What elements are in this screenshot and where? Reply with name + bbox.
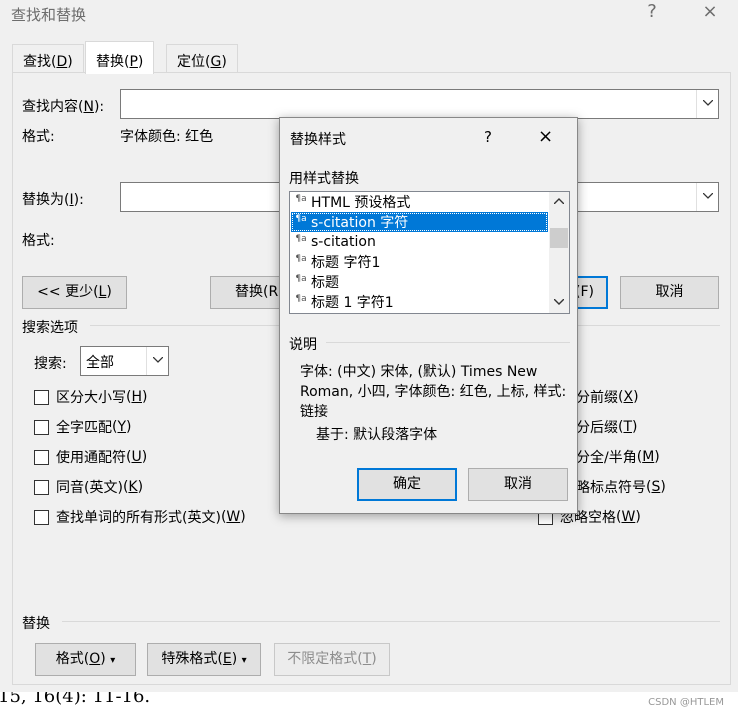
wildcards-checkbox[interactable]: 使用通配符(U) xyxy=(34,447,147,467)
paragraph-style-icon: ¶a xyxy=(295,233,307,244)
based-on-text: 基于: 默认段落字体 xyxy=(316,427,438,443)
style-listbox[interactable]: ¶a HTML 预设格式 ¶a s-citation 字符 ¶a s-citat… xyxy=(289,191,570,314)
replace-with-label: 替换为(I): xyxy=(22,192,84,208)
checkbox-box[interactable] xyxy=(34,449,49,465)
watermark: CSDN @HTLEM xyxy=(648,697,724,708)
special-format-button[interactable]: 特殊格式(E) ▾ xyxy=(147,643,261,676)
less-button[interactable]: << 更少(L) xyxy=(22,276,127,309)
dropdown-arrow-icon[interactable] xyxy=(696,90,718,118)
checkbox-box[interactable] xyxy=(34,419,49,435)
paragraph-style-icon: ¶a xyxy=(295,273,307,284)
paragraph-style-icon: ¶a xyxy=(295,193,307,204)
checkbox-box[interactable] xyxy=(34,509,49,525)
dropdown-triangle-icon: ▾ xyxy=(110,655,116,666)
group-divider xyxy=(62,621,720,622)
list-item[interactable]: ¶a 标题 字符1 xyxy=(291,252,548,272)
list-item[interactable]: ¶a s-citation xyxy=(291,232,548,252)
character-style-icon: ¶a xyxy=(295,253,307,264)
background-document: 15, 16(4): 11-16. xyxy=(0,692,738,716)
dropdown-triangle-icon: ▾ xyxy=(241,655,247,666)
list-item[interactable]: ¶a 标题 xyxy=(291,272,548,292)
scroll-down-icon[interactable] xyxy=(554,299,564,305)
tab-goto[interactable]: 定位(G) xyxy=(166,44,238,73)
dropdown-arrow-icon[interactable] xyxy=(146,347,168,375)
match-case-checkbox[interactable]: 区分大小写(H) xyxy=(34,387,147,407)
help-icon[interactable]: ? xyxy=(484,128,492,146)
tab-label: 查找 xyxy=(23,54,51,70)
search-options-title: 搜索选项 xyxy=(22,320,78,336)
whole-word-checkbox[interactable]: 全字匹配(Y) xyxy=(34,417,132,437)
tab-label: 定位 xyxy=(177,54,205,70)
ok-button[interactable]: 确定 xyxy=(357,468,457,501)
list-item[interactable]: ¶a HTML 预设格式 xyxy=(291,192,548,212)
close-icon[interactable]: × xyxy=(695,1,725,22)
modal-title: 替换样式 xyxy=(290,132,346,148)
search-label: 搜索: xyxy=(34,356,67,372)
scroll-up-icon[interactable] xyxy=(554,198,564,204)
replace-format-label: 格式: xyxy=(22,233,55,249)
all-word-forms-checkbox[interactable]: 查找单词的所有形式(英文)(W) xyxy=(34,507,246,527)
tab-find[interactable]: 查找(D) xyxy=(12,44,84,73)
document-text: 15, 16(4): 11-16. xyxy=(0,692,151,707)
checkbox-box[interactable] xyxy=(34,479,49,495)
find-what-input[interactable] xyxy=(120,89,719,119)
replace-style-modal: 替换样式 ? × 用样式替换 ¶a HTML 预设格式 ¶a s-citatio… xyxy=(279,117,578,514)
sounds-like-checkbox[interactable]: 同音(英文)(K) xyxy=(34,477,143,497)
title-bar: 查找和替换 ? × xyxy=(0,0,738,28)
character-style-icon: ¶a xyxy=(295,293,307,304)
help-icon[interactable]: ? xyxy=(637,1,667,22)
style-list-label: 用样式替换 xyxy=(289,171,359,187)
cancel-button[interactable]: 取消 xyxy=(468,468,568,501)
dialog-title: 查找和替换 xyxy=(11,6,87,24)
dropdown-arrow-icon[interactable] xyxy=(696,183,718,211)
search-direction-select[interactable]: 全部 xyxy=(80,346,169,376)
list-item-selected[interactable]: ¶a s-citation 字符 xyxy=(291,212,548,232)
character-style-icon: ¶a xyxy=(295,213,307,224)
no-formatting-button[interactable]: 不限定格式(T) xyxy=(274,643,390,676)
group-divider xyxy=(326,342,570,343)
find-what-label: 查找内容(N): xyxy=(22,99,105,115)
find-format-value: 字体颜色: 红色 xyxy=(120,129,214,145)
tab-label: 替换 xyxy=(96,54,124,70)
list-scrollbar[interactable] xyxy=(549,192,569,313)
style-description: 字体: (中文) 宋体, (默认) Times New Roman, 小四, 字… xyxy=(300,364,567,420)
close-icon[interactable]: × xyxy=(538,126,553,147)
find-format-label: 格式: xyxy=(22,129,55,145)
replace-section-title: 替换 xyxy=(22,616,50,632)
list-item[interactable]: ¶a 标题 1 字符1 xyxy=(291,292,548,312)
tab-replace[interactable]: 替换(P) xyxy=(85,41,155,74)
format-button[interactable]: 格式(O) ▾ xyxy=(35,643,136,676)
checkbox-box[interactable] xyxy=(34,389,49,405)
cancel-button[interactable]: 取消 xyxy=(620,276,719,309)
description-label: 说明 xyxy=(289,337,317,353)
scroll-thumb[interactable] xyxy=(550,228,568,248)
